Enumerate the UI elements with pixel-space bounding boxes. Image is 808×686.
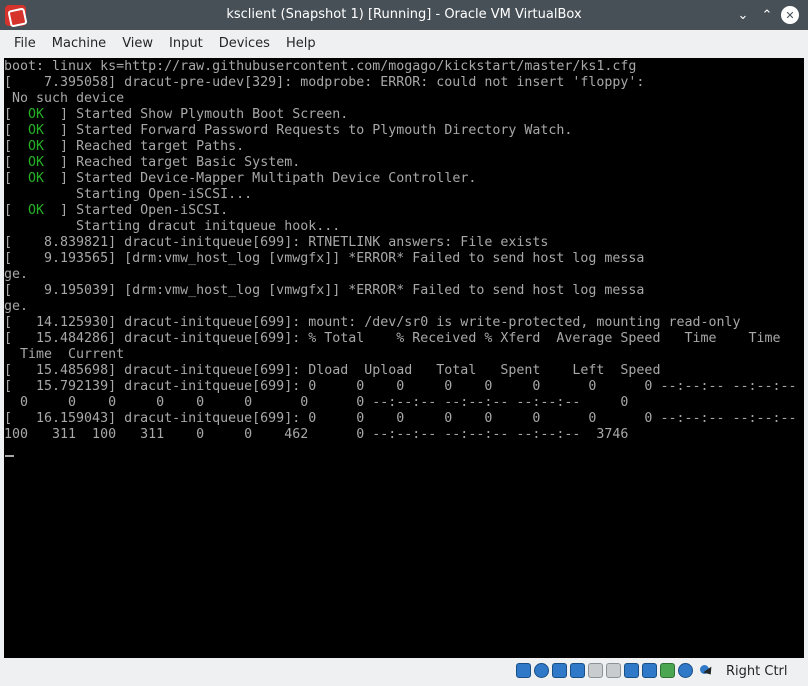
usb-icon[interactable] [588, 663, 603, 678]
menu-view[interactable]: View [114, 30, 161, 58]
text-cursor [5, 455, 14, 457]
console-line: Time Current [4, 347, 125, 362]
console-line: [ OK ] Reached target Paths. [4, 139, 245, 154]
window-titlebar[interactable]: ksclient (Snapshot 1) [Running] - Oracle… [0, 0, 808, 30]
close-button[interactable]: ✕ [781, 6, 799, 24]
console-line: [ 7.395058] dracut-pre-udev[329]: modpro… [4, 75, 645, 90]
window-title: ksclient (Snapshot 1) [Running] - Oracle… [226, 7, 582, 22]
chevron-up-icon: ⌃ [761, 7, 773, 23]
console-line: 100 311 100 311 0 0 462 0 --:--:-- --:--… [4, 427, 629, 442]
console-line: [ 14.125930] dracut-initqueue[699]: moun… [4, 315, 741, 330]
host-key-label: Right Ctrl [726, 664, 788, 679]
device-status-tray [516, 663, 713, 678]
menu-help[interactable]: Help [278, 30, 324, 58]
console-line: Starting Open-iSCSI... [4, 187, 253, 202]
console-output: boot: linux ks=http://raw.githubusercont… [4, 59, 797, 443]
audio-icon[interactable] [552, 663, 567, 678]
console-line: [ 16.159043] dracut-initqueue[699]: 0 0 … [4, 411, 797, 426]
console-line: boot: linux ks=http://raw.githubusercont… [4, 59, 637, 74]
ok-status: OK [28, 139, 45, 154]
ok-status: OK [28, 203, 45, 218]
status-bar: Right Ctrl [0, 658, 808, 686]
console-line: [ 9.195039] [drm:vmw_host_log [vmwgfx]] … [4, 283, 645, 298]
console-line: [ OK ] Started Show Plymouth Boot Screen… [4, 107, 349, 122]
console-line: [ 15.485698] dracut-initqueue[699]: Dloa… [4, 363, 661, 378]
mouse-integration-icon[interactable] [678, 663, 693, 678]
console-line: [ 15.792139] dracut-initqueue[699]: 0 0 … [4, 379, 797, 394]
network-icon[interactable] [570, 663, 585, 678]
virtualization-icon [660, 663, 675, 678]
ok-status: OK [28, 123, 45, 138]
vm-console-display[interactable]: boot: linux ks=http://raw.githubusercont… [4, 58, 804, 658]
close-icon: ✕ [785, 8, 795, 22]
menu-bar: File Machine View Input Devices Help [0, 30, 808, 58]
display-icon[interactable] [624, 663, 639, 678]
ok-status: OK [28, 155, 45, 170]
console-line: Starting dracut initqueue hook... [4, 219, 341, 234]
console-line: ge. [4, 267, 29, 282]
console-line: 0 0 0 0 0 0 0 0 --:--:-- --:--:-- --:--:… [4, 395, 629, 410]
console-line: [ 15.484286] dracut-initqueue[699]: % To… [4, 331, 781, 346]
hard-disk-icon[interactable] [516, 663, 531, 678]
chevron-down-icon: ⌄ [737, 7, 749, 23]
host-key-arrow-icon [698, 663, 713, 678]
console-line: [ 9.193565] [drm:vmw_host_log [vmwgfx]] … [4, 251, 645, 266]
menu-devices[interactable]: Devices [211, 30, 278, 58]
shared-folders-icon[interactable] [606, 663, 621, 678]
console-line: [ OK ] Reached target Basic System. [4, 155, 301, 170]
recording-icon[interactable] [642, 663, 657, 678]
menu-machine[interactable]: Machine [44, 30, 114, 58]
console-line: [ OK ] Started Forward Password Requests… [4, 123, 573, 138]
console-line: [ OK ] Started Device-Mapper Multipath D… [4, 171, 477, 186]
menu-file[interactable]: File [6, 30, 44, 58]
console-line: [ OK ] Started Open-iSCSI. [4, 203, 229, 218]
minimize-button[interactable]: ⌄ [734, 6, 752, 24]
maximize-button[interactable]: ⌃ [758, 6, 776, 24]
console-line: No such device [4, 91, 125, 106]
console-line: [ 8.839821] dracut-initqueue[699]: RTNET… [4, 235, 549, 250]
console-line: ge. [4, 299, 29, 314]
ok-status: OK [28, 171, 45, 186]
optical-drive-icon[interactable] [534, 663, 549, 678]
menu-input[interactable]: Input [161, 30, 211, 58]
ok-status: OK [28, 107, 45, 122]
